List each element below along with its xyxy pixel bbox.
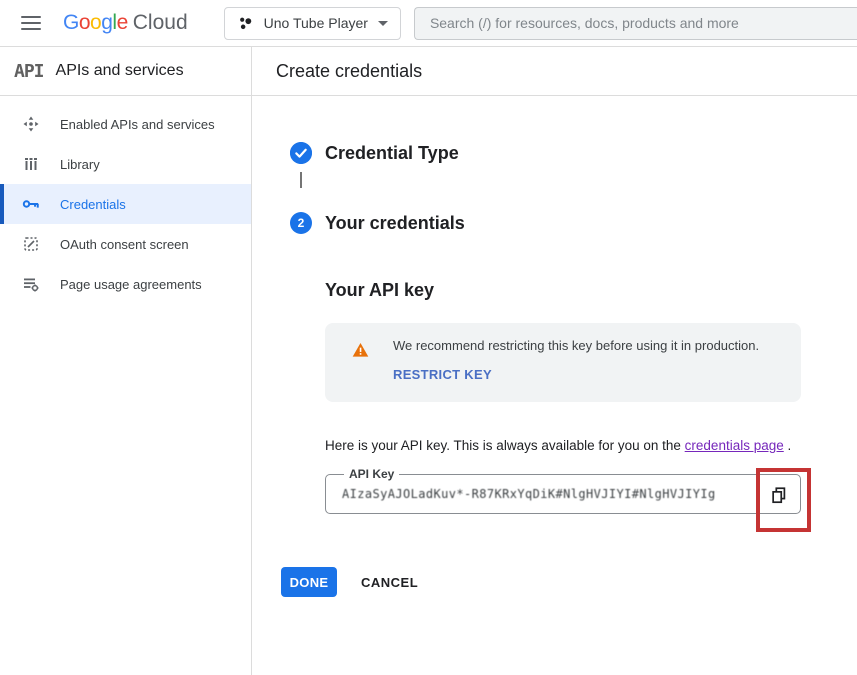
copy-button[interactable]: [769, 485, 789, 505]
api-key-field[interactable]: API Key AIzaSyAJOLadKuv*-R87KRxYqDiK#Nlg…: [325, 474, 801, 514]
page-title: Create credentials: [252, 47, 857, 96]
hub-icon: [22, 115, 40, 133]
section-heading: Your API key: [325, 280, 857, 301]
sidebar-item-oauth-consent[interactable]: OAuth consent screen: [0, 224, 251, 264]
api-logo-icon: API: [14, 61, 44, 82]
project-dots-icon: [237, 15, 254, 32]
sidebar-item-label: Credentials: [60, 197, 126, 212]
sidebar: API APIs and services Enabled APIs: [0, 47, 252, 675]
sidebar-nav: Enabled APIs and services Library: [0, 96, 251, 304]
api-key-field-label: API Key: [344, 467, 399, 481]
step-your-credentials: 2 Your credentials: [252, 212, 857, 234]
sidebar-item-label: Page usage agreements: [60, 277, 202, 292]
sidebar-item-credentials[interactable]: Credentials: [0, 184, 251, 224]
warning-box: We recommend restricting this key before…: [325, 323, 801, 402]
chevron-down-icon: [378, 21, 388, 26]
step-label: Your credentials: [325, 213, 465, 234]
sidebar-item-label: Enabled APIs and services: [60, 117, 215, 132]
logo-letter: o: [90, 11, 101, 35]
key-info-suffix: .: [784, 438, 792, 453]
sidebar-item-label: OAuth consent screen: [60, 237, 189, 252]
hamburger-menu-icon[interactable]: [21, 16, 41, 30]
search-box: [414, 7, 857, 40]
logo-letter: G: [63, 11, 79, 35]
sidebar-item-enabled-apis[interactable]: Enabled APIs and services: [0, 104, 251, 144]
oauth-consent-icon: [22, 235, 40, 253]
sidebar-item-label: Library: [60, 157, 100, 172]
main-body: Credential Type 2 Your credentials Your …: [252, 96, 857, 597]
sidebar-header: API APIs and services: [0, 47, 251, 96]
sidebar-title: APIs and services: [56, 62, 184, 80]
cancel-button[interactable]: CANCEL: [361, 575, 418, 590]
agreements-gear-icon: [22, 275, 40, 293]
warning-text: We recommend restricting this key before…: [393, 338, 759, 353]
copy-icon: [770, 486, 788, 504]
top-bar: G o o g l e Cloud Uno Tube Player: [0, 0, 857, 47]
google-cloud-logo[interactable]: G o o g l e Cloud: [63, 11, 188, 35]
logo-letter: e: [117, 11, 128, 35]
sidebar-item-library[interactable]: Library: [0, 144, 251, 184]
logo-letter: g: [101, 11, 112, 35]
main-panel: Create credentials Credential Type 2: [252, 47, 857, 675]
content-area: API APIs and services Enabled APIs: [0, 47, 857, 675]
restrict-key-button[interactable]: RESTRICT KEY: [393, 367, 492, 382]
step-label: Credential Type: [325, 143, 459, 164]
step-connector-line: [300, 172, 302, 188]
sidebar-item-page-usage[interactable]: Page usage agreements: [0, 264, 251, 304]
done-button[interactable]: DONE: [281, 567, 337, 597]
key-icon: [22, 195, 40, 213]
logo-letter: o: [79, 11, 90, 35]
step-credential-type: Credential Type: [252, 142, 857, 164]
key-info-text: Here is your API key. This is always ava…: [325, 438, 857, 453]
google-cloud-console: G o o g l e Cloud Uno Tube Player API: [0, 0, 857, 675]
credentials-page-link[interactable]: credentials page: [685, 438, 784, 453]
step-number-badge: 2: [290, 212, 312, 234]
button-row: DONE CANCEL: [281, 567, 857, 597]
step-done-check-icon: [290, 142, 312, 164]
logo-cloud-text: Cloud: [133, 11, 188, 35]
library-icon: [22, 155, 40, 173]
project-selector[interactable]: Uno Tube Player: [224, 7, 401, 40]
warning-content: We recommend restricting this key before…: [393, 338, 759, 402]
project-name: Uno Tube Player: [264, 15, 368, 31]
api-key-value: AIzaSyAJOLadKuv*-R87KRxYqDiK#NlgHVJIYI#N…: [326, 487, 746, 501]
warning-triangle-icon: [352, 342, 369, 358]
key-info-prefix: Here is your API key. This is always ava…: [325, 438, 685, 453]
search-input[interactable]: [415, 15, 857, 31]
